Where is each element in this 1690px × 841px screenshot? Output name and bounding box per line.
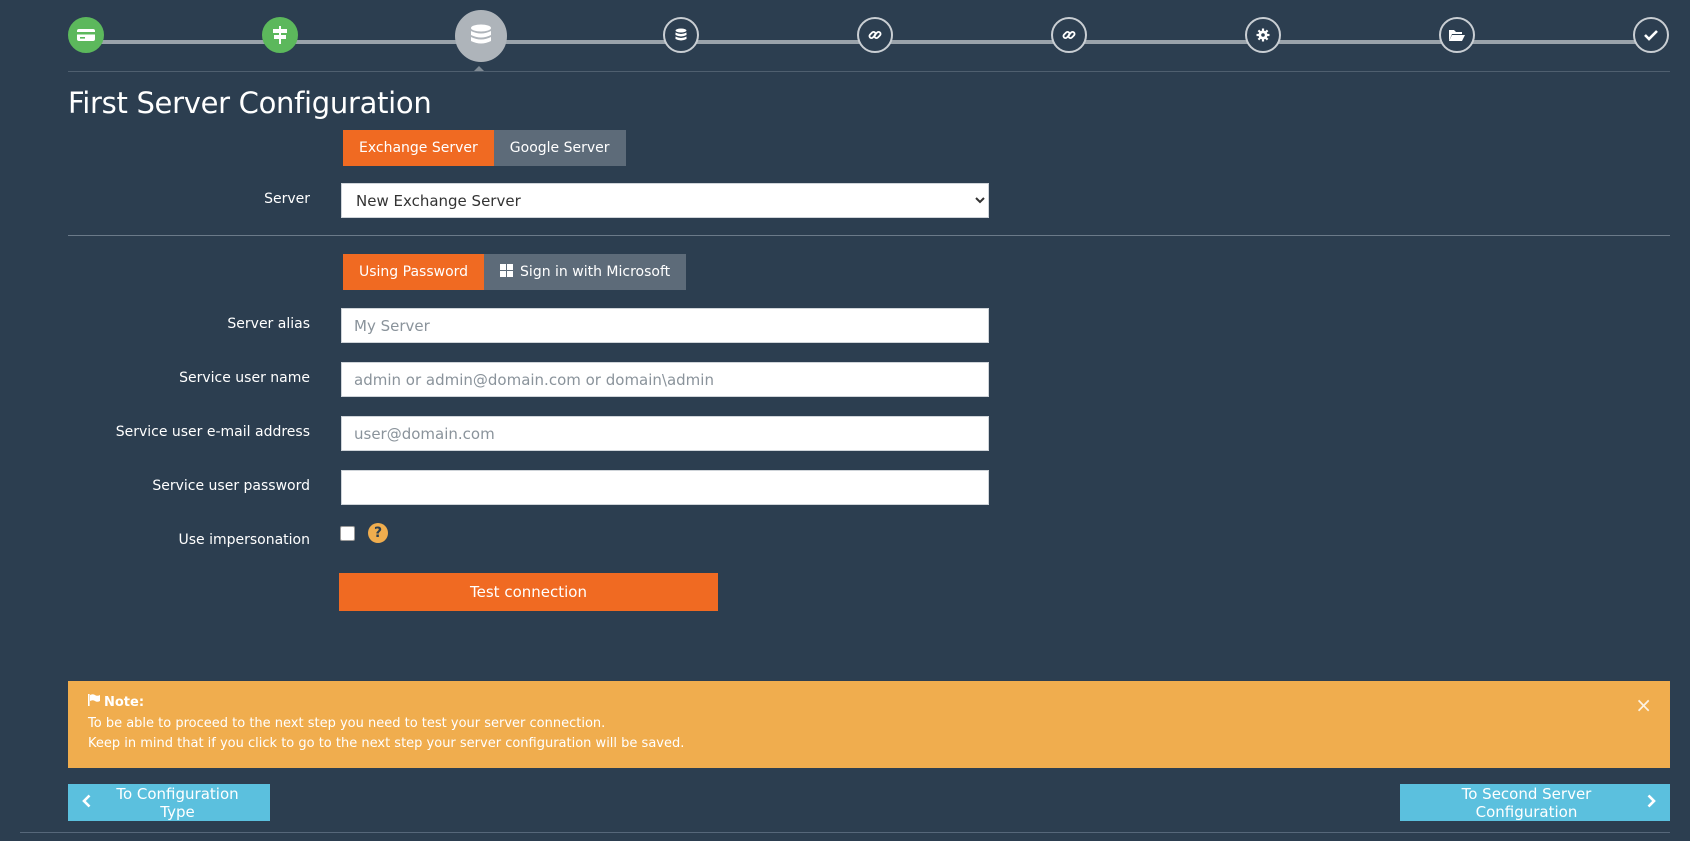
step-1[interactable] [68,17,104,53]
test-connection-button[interactable]: Test connection [339,573,718,611]
chevron-left-icon [82,794,91,812]
back-button-label: To Configuration Type [116,784,239,821]
server-label: Server [264,191,310,207]
step-6[interactable] [1051,17,1087,53]
next-button[interactable]: To Second Server Configuration [1400,784,1670,821]
service-user-name-input[interactable] [341,362,989,397]
using-password-button[interactable]: Using Password [343,254,485,290]
step-8[interactable] [1439,17,1475,53]
gear-icon [1256,28,1270,42]
service-user-email-input[interactable] [341,416,989,451]
note-title-text: Note: [104,695,145,710]
server-type-toggle: Exchange Server Google Server [343,130,626,166]
stepper-divider [68,71,1670,72]
sign-in-microsoft-button[interactable]: Sign in with Microsoft [484,254,687,290]
server-alias-label: Server alias [227,316,310,332]
flag-icon [88,693,100,714]
service-user-password-label: Service user password [152,478,310,494]
service-user-password-input[interactable] [341,470,989,505]
exchange-server-button[interactable]: Exchange Server [343,130,494,166]
step-4[interactable] [663,17,699,53]
page-title: First Server Configuration [68,86,432,120]
sign-in-microsoft-label: Sign in with Microsoft [520,264,671,280]
step-3[interactable] [455,10,507,62]
chevron-right-icon [1647,794,1656,812]
windows-icon [500,263,514,281]
question-help-icon[interactable]: ? [368,523,388,543]
server-alias-input[interactable] [341,308,989,343]
signpost-icon [272,26,288,44]
step-9[interactable] [1633,17,1669,53]
progress-stepper [0,0,1690,80]
next-button-label: To Second Server Configuration [1461,784,1592,821]
service-user-email-label: Service user e-mail address [115,424,310,440]
section-divider [68,235,1670,236]
link-icon [868,28,882,42]
close-icon[interactable]: × [1635,695,1652,715]
link-icon [1062,28,1076,42]
use-impersonation-checkbox[interactable] [340,526,355,541]
checkmark-icon [1644,29,1658,41]
auth-method-toggle: Using Password Sign in with Microsoft [343,254,687,290]
back-button[interactable]: To Configuration Type [68,784,270,821]
note-line-2: Keep in mind that if you click to go to … [88,736,685,751]
step-7[interactable] [1245,17,1281,53]
note-alert: Note: To be able to proceed to the next … [68,681,1670,768]
step-5[interactable] [857,17,893,53]
step-2[interactable] [262,17,298,53]
google-server-button[interactable]: Google Server [493,130,626,166]
folder-open-icon [1449,29,1465,42]
footer-divider [20,832,1670,833]
note-title: Note: [88,693,1650,714]
database-icon [675,28,687,42]
note-line-1: To be able to proceed to the next step y… [88,715,606,731]
service-user-name-label: Service user name [179,370,310,386]
server-select[interactable]: New Exchange Server [341,183,989,218]
database-icon [470,24,492,48]
use-impersonation-label: Use impersonation [178,532,310,548]
credit-card-icon [77,28,95,42]
